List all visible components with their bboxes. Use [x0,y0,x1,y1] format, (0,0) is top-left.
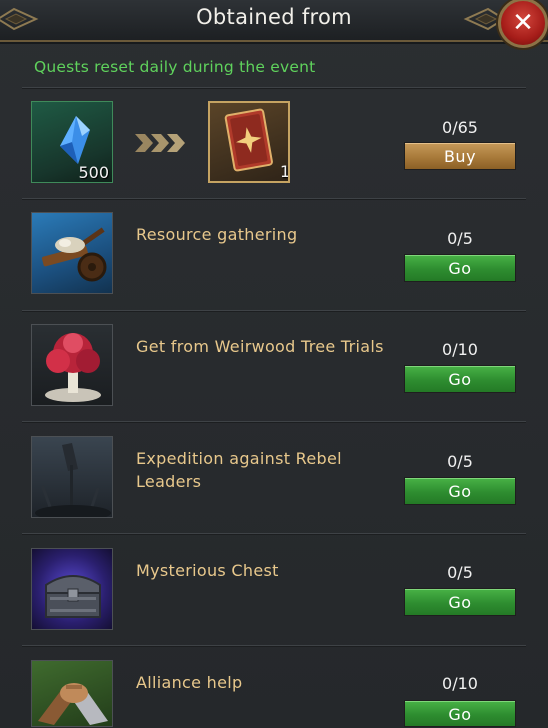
source-label: Alliance help [136,673,243,692]
source-count: 0/5 [447,563,473,582]
source-count: 0/10 [442,340,478,359]
divider [22,310,526,312]
source-label: Mysterious Chest [136,561,279,580]
treasure-chest-icon [31,548,113,630]
exchange-count: 0/65 [442,118,478,137]
reward-amount: 1 [280,162,290,181]
go-button[interactable]: Go [404,588,516,616]
close-button[interactable]: ✕ [498,0,548,48]
divider [22,421,526,423]
source-count: 0/5 [447,229,473,248]
divider [22,533,526,535]
source-label: Expedition against Rebel Leaders [136,449,342,491]
cost-amount: 500 [78,163,109,182]
divider [22,87,526,89]
handshake-icon [31,660,113,727]
source-label: Resource gathering [136,225,298,244]
go-button[interactable]: Go [404,700,516,727]
blue-crystal-icon[interactable]: 500 [31,101,113,183]
source-label: Get from Weirwood Tree Trials [136,337,384,356]
header-bar: Obtained from ✕ [0,0,548,48]
go-button[interactable]: Go [404,365,516,393]
rebel-leaders-icon [31,436,113,518]
triple-arrow-icon [135,134,185,152]
divider [22,198,526,200]
obtained-from-panel: Obtained from ✕ Quests reset daily durin… [0,0,548,727]
resource-cart-icon [31,212,113,294]
reset-notice: Quests reset daily during the event [34,58,316,76]
weirwood-tree-icon [31,324,113,406]
go-button[interactable]: Go [404,477,516,505]
red-card-icon[interactable]: 1 [208,101,290,183]
source-count: 0/5 [447,452,473,471]
source-count: 0/10 [442,674,478,693]
buy-button[interactable]: Buy [404,142,516,170]
go-button[interactable]: Go [404,254,516,282]
divider [22,645,526,647]
close-icon: ✕ [512,8,534,38]
